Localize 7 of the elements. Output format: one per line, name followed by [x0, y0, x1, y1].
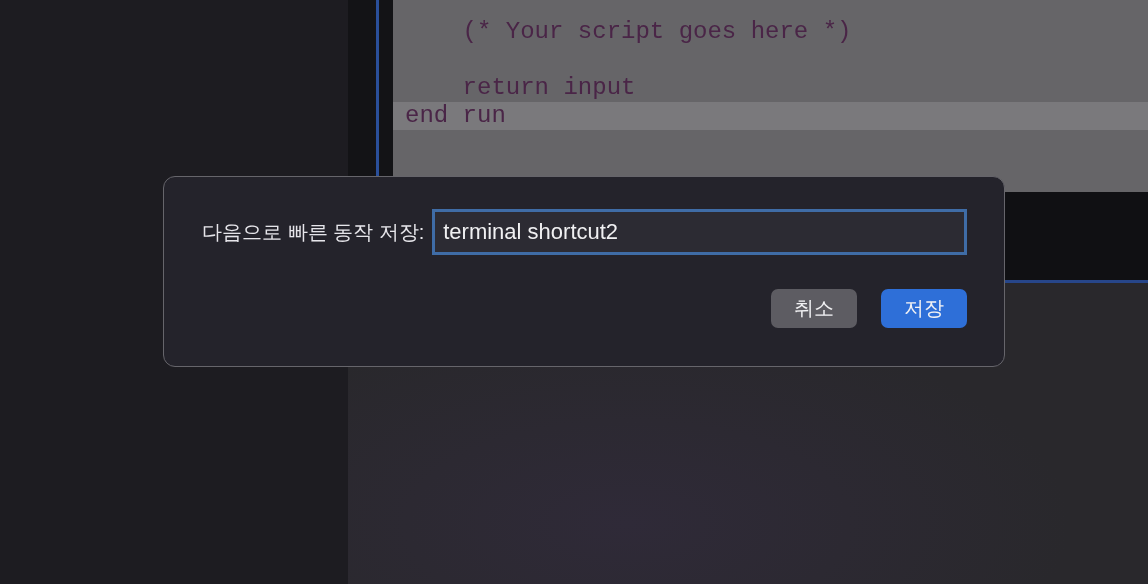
code-line: (* Your script goes here *): [461, 18, 852, 46]
name-input-field[interactable]: terminal shortcut2: [432, 209, 967, 255]
code-line: return input: [461, 74, 636, 102]
field-label: 다음으로 빠른 동작 저장:: [202, 219, 425, 245]
code-line: end run: [405, 102, 506, 130]
save-button[interactable]: 저장: [881, 289, 967, 328]
cancel-button[interactable]: 취소: [771, 289, 857, 328]
